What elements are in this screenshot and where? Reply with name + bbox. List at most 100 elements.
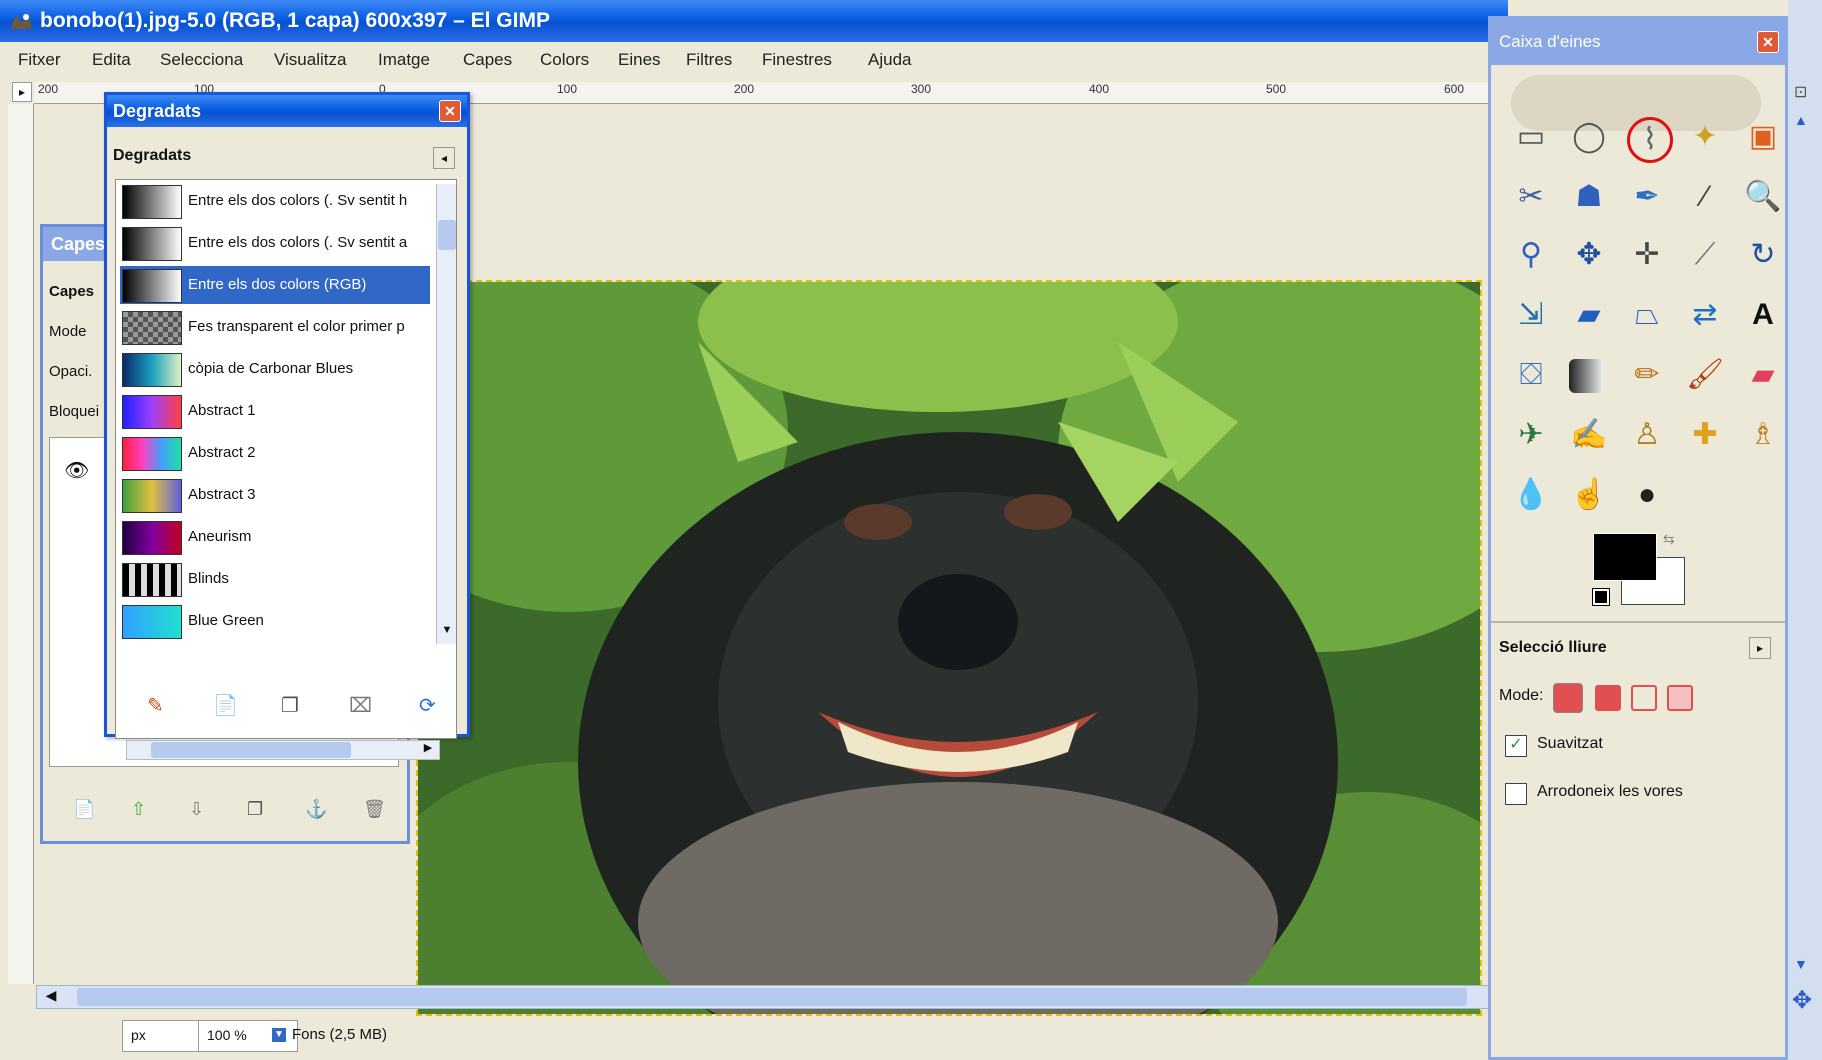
gradient-item[interactable]: Aneurism (120, 518, 430, 556)
menu-file[interactable]: Fitxer (18, 50, 61, 70)
magnify-icon[interactable]: 🔍 (1743, 177, 1783, 217)
flip-icon[interactable]: ⇄ (1685, 295, 1725, 335)
default-colors-icon[interactable] (1592, 588, 1610, 606)
blend-icon[interactable] (1569, 359, 1603, 393)
clone-icon[interactable]: ♙ (1627, 415, 1667, 455)
gradient-item[interactable]: Abstract 2 (120, 434, 430, 472)
navigate-move-icon[interactable]: ✥ (1792, 986, 1812, 1015)
scroll-right-arrow-icon[interactable]: ▶ (419, 741, 437, 759)
mode-subtract-button[interactable] (1631, 685, 1657, 711)
delete-gradient-icon[interactable]: ⌧ (349, 693, 375, 719)
menu-edit[interactable]: Edita (92, 50, 131, 70)
horizontal-scrollbar[interactable]: ◀ (36, 985, 1489, 1009)
scroll-thumb[interactable] (77, 988, 1467, 1006)
mode-intersect-button[interactable] (1667, 685, 1693, 711)
lower-layer-icon[interactable]: ⇩ (189, 799, 204, 820)
dodge-burn-icon[interactable]: ● (1627, 475, 1667, 515)
ruler-corner-button[interactable]: ▸ (12, 82, 32, 102)
anchor-layer-icon[interactable]: ⚓ (305, 799, 327, 820)
new-layer-icon[interactable]: 📄 (73, 799, 95, 820)
paths-icon[interactable]: ✒ (1627, 177, 1667, 217)
smudge-icon[interactable]: ☝ (1569, 475, 1609, 515)
close-icon[interactable]: ✕ (439, 100, 461, 122)
rect-select-icon[interactable]: ▭ (1511, 117, 1551, 157)
close-icon[interactable]: ✕ (1757, 31, 1779, 53)
free-select-icon[interactable]: ⌇ (1627, 117, 1673, 163)
fuzzy-select-icon[interactable]: ✦ (1685, 117, 1725, 157)
perspective-icon[interactable]: ⏢ (1627, 295, 1667, 335)
scroll-down-arrow-icon[interactable]: ▼ (1794, 956, 1808, 972)
move-icon[interactable]: ✥ (1569, 235, 1609, 275)
measure-icon[interactable]: ⚲ (1511, 235, 1551, 275)
mode-add-button[interactable] (1595, 685, 1621, 711)
gradient-item[interactable]: Entre els dos colors (. Sv sentit a (120, 224, 430, 262)
by-color-select-icon[interactable]: ▣ (1743, 117, 1783, 157)
visibility-eye-icon[interactable]: 👁 (64, 458, 89, 483)
ellipse-select-icon[interactable]: ◯ (1569, 117, 1609, 157)
gradient-item[interactable]: Fes transparent el color primer p (120, 308, 430, 346)
pencil-icon[interactable]: ✏ (1627, 355, 1667, 395)
scroll-up-arrow-icon[interactable]: ▲ (1794, 112, 1808, 128)
bucket-fill-icon[interactable]: ⛋ (1511, 355, 1551, 395)
gradient-item[interactable]: Abstract 3 (120, 476, 430, 514)
ink-icon[interactable]: ✍ (1569, 415, 1609, 455)
eraser-icon[interactable]: ▰ (1743, 355, 1783, 395)
rotate-icon[interactable]: ↻ (1743, 235, 1783, 275)
paintbrush-icon[interactable]: 🖌 (1685, 355, 1725, 395)
feather-checkbox[interactable] (1505, 783, 1527, 805)
scissors-icon[interactable]: ✂ (1511, 177, 1551, 217)
zoom-dropdown-icon[interactable]: ▼ (272, 1028, 286, 1042)
unit-selector[interactable]: px (122, 1020, 202, 1052)
text-tool-icon[interactable]: A (1743, 295, 1783, 335)
menu-windows[interactable]: Finestres (762, 50, 832, 70)
duplicate-gradient-icon[interactable]: ❐ (281, 693, 307, 719)
color-picker-icon[interactable]: ⁄ (1685, 177, 1725, 217)
duplicate-layer-icon[interactable]: ❐ (247, 799, 263, 820)
heal-icon[interactable]: ✚ (1685, 415, 1725, 455)
menu-layers[interactable]: Capes (463, 50, 512, 70)
foreground-color-swatch[interactable] (1593, 533, 1657, 581)
shear-icon[interactable]: ▰ (1569, 295, 1609, 335)
image-bonobo-photo[interactable] (416, 280, 1482, 1016)
scroll-left-arrow-icon[interactable]: ◀ (39, 987, 63, 1007)
refresh-gradients-icon[interactable]: ⟳ (419, 693, 445, 719)
horizontal-scrollbar[interactable]: ▶ (126, 740, 440, 760)
gradient-item[interactable]: Blinds (120, 560, 430, 598)
vertical-scrollbar[interactable]: ▼ (436, 184, 456, 644)
gradient-item[interactable]: Abstract 1 (120, 392, 430, 430)
scroll-down-arrow-icon[interactable]: ▼ (438, 624, 456, 642)
side-scrollbar[interactable]: ⊡ ▲ ▼ ✥ (1788, 0, 1822, 1060)
mode-replace-button[interactable] (1553, 683, 1583, 713)
menu-tools[interactable]: Eines (618, 50, 661, 70)
perspective-clone-icon[interactable]: ♗ (1743, 415, 1783, 455)
blur-icon[interactable]: 💧 (1511, 475, 1551, 515)
swap-colors-icon[interactable]: ⇆ (1663, 531, 1675, 548)
airbrush-icon[interactable]: ✈ (1511, 415, 1551, 455)
gradient-swatch (122, 395, 182, 429)
menu-colors[interactable]: Colors (540, 50, 589, 70)
tab-menu-icon[interactable]: ▸ (1749, 637, 1771, 659)
delete-layer-icon[interactable]: 🗑 (363, 799, 386, 820)
menu-filters[interactable]: Filtres (686, 50, 732, 70)
menu-image[interactable]: Imatge (378, 50, 430, 70)
new-gradient-icon[interactable]: 📄 (213, 693, 239, 719)
align-icon[interactable]: ✛ (1627, 235, 1667, 275)
gradient-item[interactable]: còpia de Carbonar Blues (120, 350, 430, 388)
crop-icon[interactable]: ⟋ (1685, 235, 1725, 275)
raise-layer-icon[interactable]: ⇧ (131, 799, 146, 820)
tab-menu-icon[interactable]: ◂ (433, 147, 455, 169)
menu-help[interactable]: Ajuda (868, 50, 911, 70)
gradient-item[interactable]: Blue Green (120, 602, 430, 640)
gradients-list[interactable]: Entre els dos colors (. Sv sentit h Entr… (115, 179, 457, 760)
gradient-item-selected[interactable]: Entre els dos colors (RGB) (120, 266, 430, 304)
antialias-checkbox[interactable]: ✓ (1505, 735, 1527, 757)
gradient-item[interactable]: Entre els dos colors (. Sv sentit h (120, 182, 430, 220)
scroll-thumb[interactable] (151, 742, 351, 758)
foreground-select-icon[interactable]: ☗ (1569, 177, 1609, 217)
menu-select[interactable]: Selecciona (160, 50, 243, 70)
edit-gradient-icon[interactable]: ✎ (147, 693, 173, 719)
scroll-thumb[interactable] (438, 220, 456, 250)
navigate-icon[interactable]: ⊡ (1794, 82, 1807, 102)
menu-view[interactable]: Visualitza (274, 50, 346, 70)
scale-icon[interactable]: ⇲ (1511, 295, 1551, 335)
